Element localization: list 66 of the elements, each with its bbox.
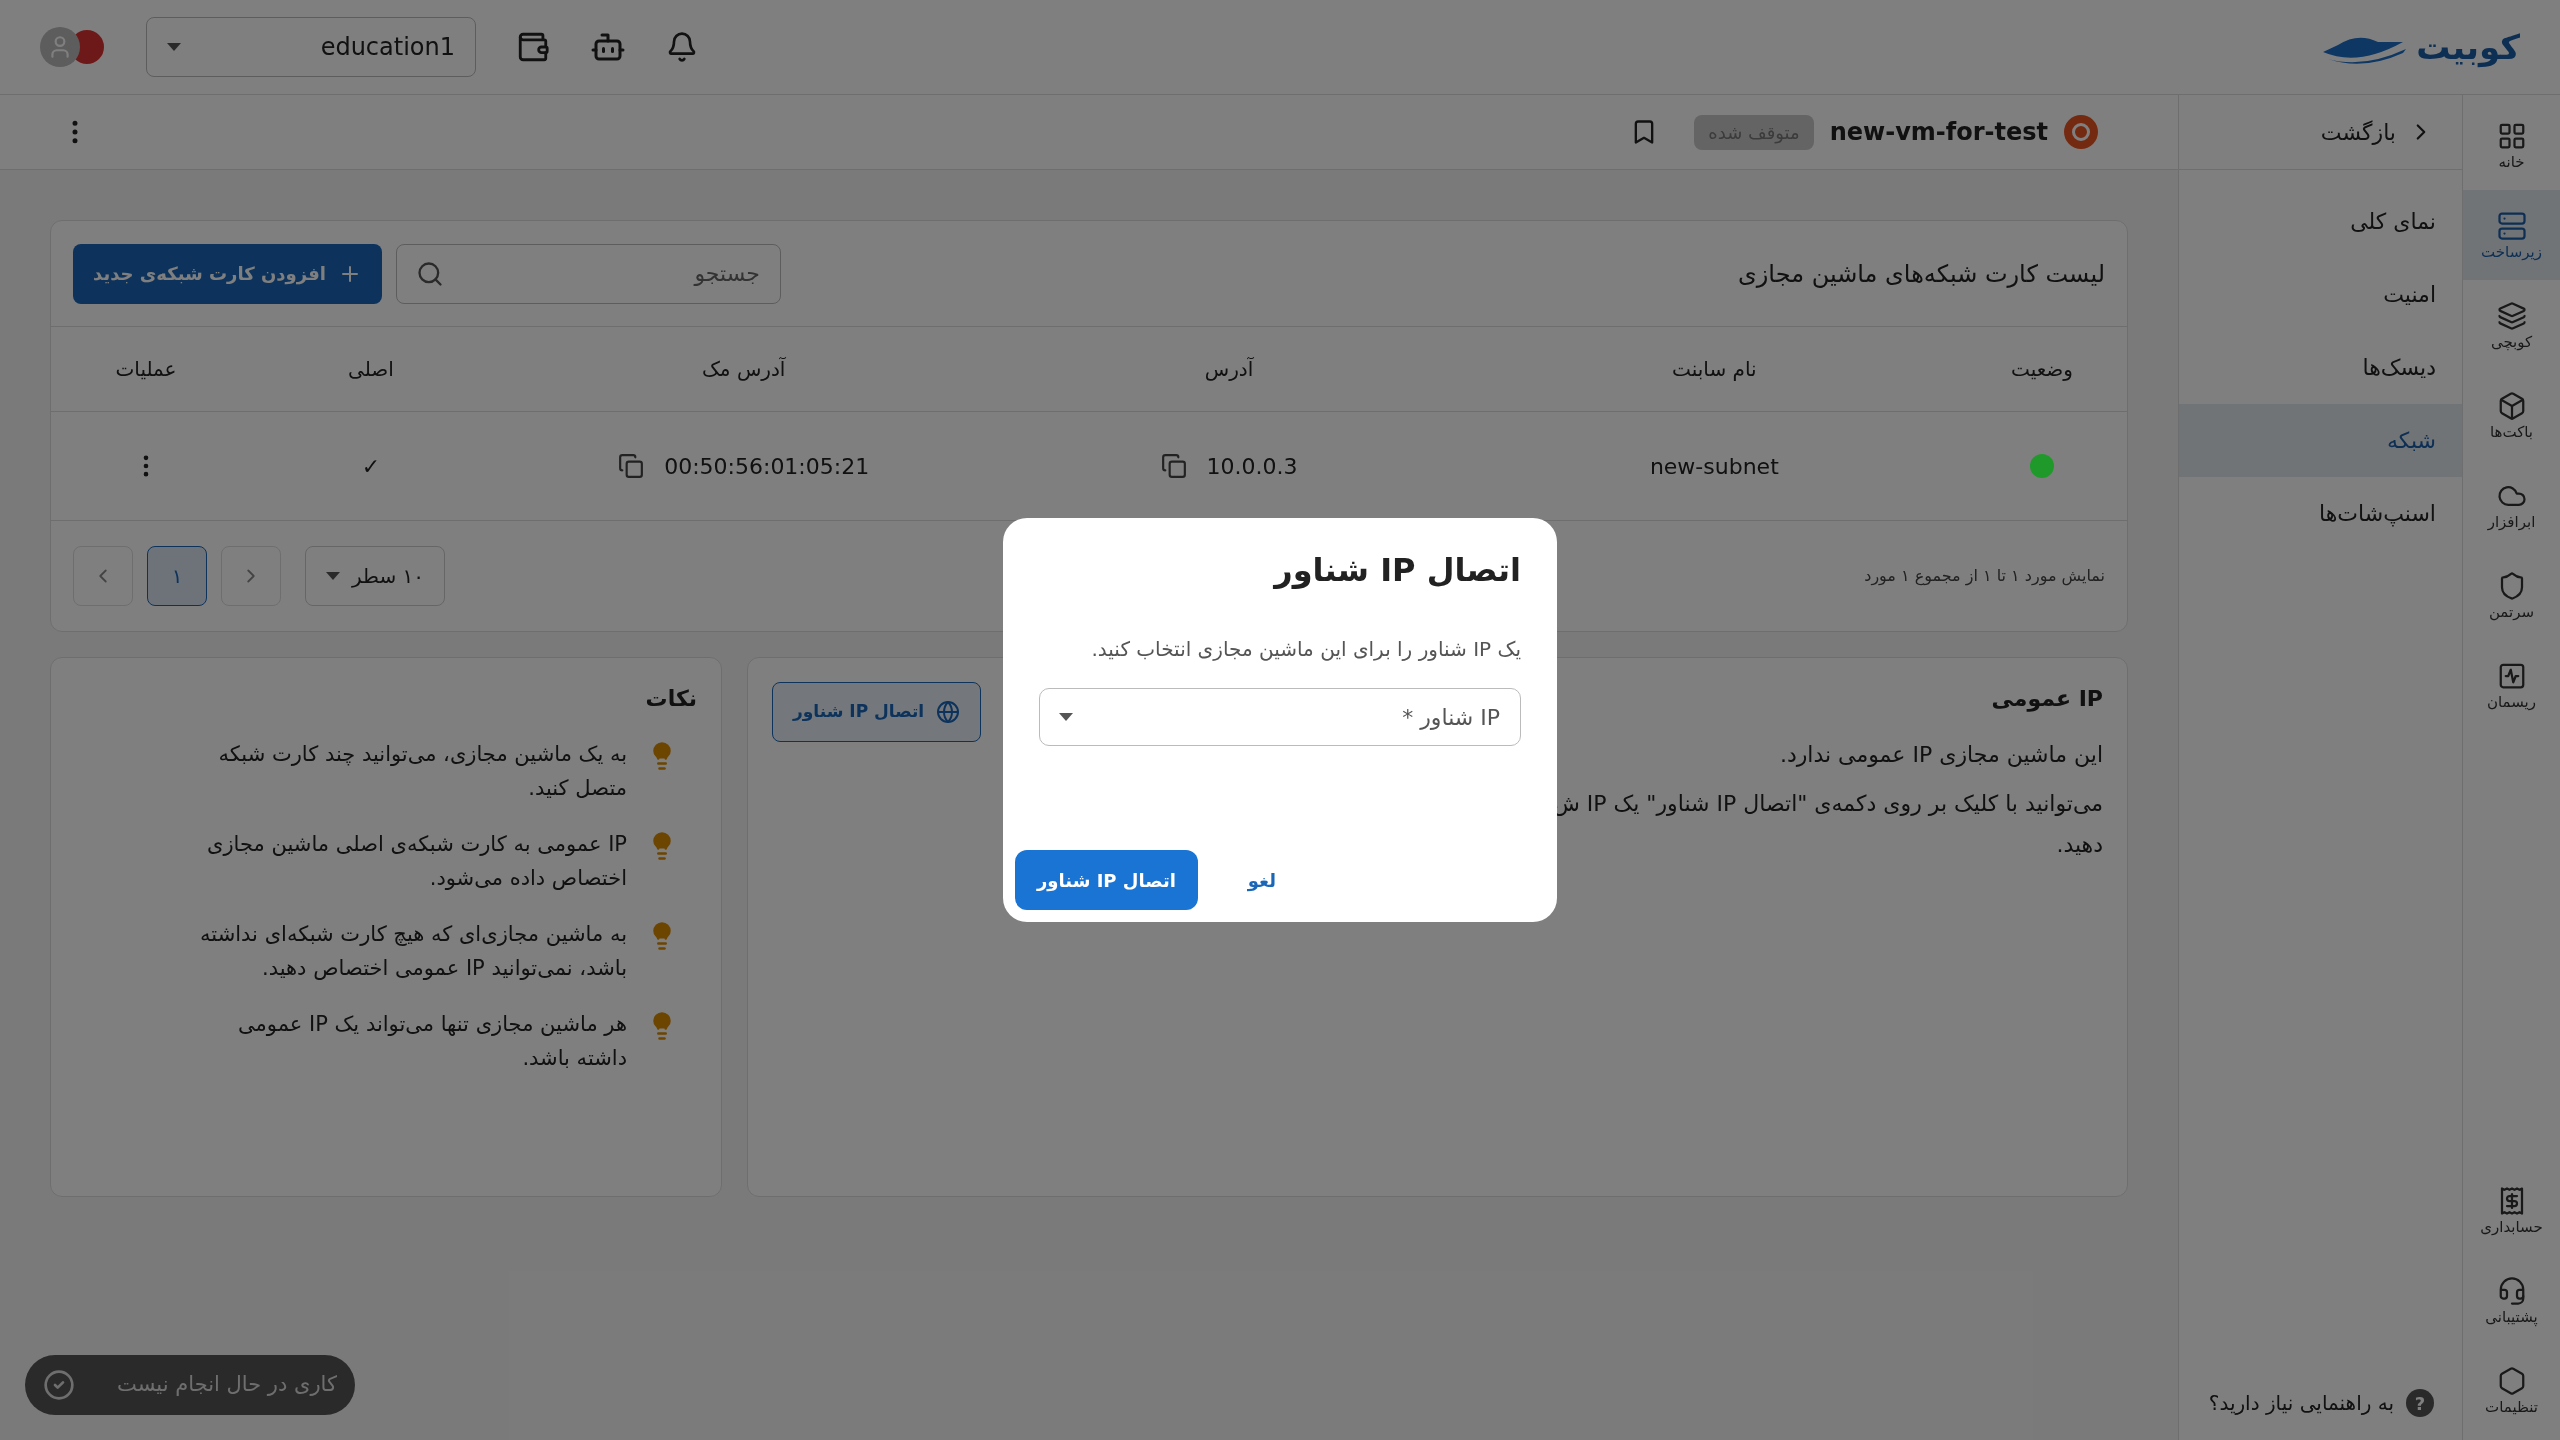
card-title: نکات — [644, 685, 697, 713]
sidebar-item[interactable]: شبکه — [2179, 404, 2462, 477]
globe-icon — [936, 700, 961, 724]
search-field[interactable]: جستجو — [395, 243, 781, 304]
note-text: هر ماشین مجازی تنها می‌تواند یک IP عمومی داشته باشد. — [237, 1011, 627, 1072]
rail-item[interactable]: خانه — [2463, 100, 2560, 190]
rail-item[interactable]: باکت‌ها — [2463, 370, 2560, 460]
check-icon — [43, 1369, 75, 1401]
column-header: وضعیت — [2011, 356, 2073, 383]
wallet-icon[interactable] — [516, 30, 550, 64]
rail-icon — [2496, 300, 2527, 331]
column-header: آدرس — [1204, 356, 1254, 383]
floating-ip-select[interactable]: IP شناور * — [1039, 688, 1521, 746]
card-title: IP عمومی — [1991, 685, 2103, 714]
pagination-summary: نمایش مورد ۱ تا ۱ از مجموع ۱ مورد — [1864, 565, 2105, 588]
sidebar-item[interactable]: اسنپ‌شات‌ها — [2179, 477, 2462, 550]
table-cell-text: ✓ — [361, 452, 381, 481]
project-selector[interactable]: education1 — [146, 17, 476, 77]
sidebar-item[interactable]: نمای کلی — [2179, 185, 2462, 258]
rail-item[interactable]: تنظیمات — [2463, 1345, 2560, 1435]
public-ip-hint: دهید. — [2056, 831, 2103, 859]
sidebar-item[interactable]: امنیت — [2179, 258, 2462, 331]
rail-item[interactable]: زیرساخت — [2463, 190, 2560, 280]
rail-item[interactable]: حسابداری — [2463, 1165, 2560, 1255]
table-cell-text: 00:50:56:01:05:21 — [664, 452, 870, 481]
add-nic-button[interactable]: افزودن کارت شبکه‌ی جدید — [73, 243, 382, 304]
attach-button[interactable]: اتصال IP شناور — [1015, 850, 1198, 910]
caret-icon — [167, 43, 181, 51]
rail-item[interactable]: پشتیبانی — [2463, 1255, 2560, 1345]
attach-floating-ip-button[interactable]: اتصال IP شناور — [772, 682, 982, 742]
rail-item[interactable]: کوبچی — [2463, 280, 2560, 370]
dialog-title: اتصال IP شناور — [1272, 550, 1521, 591]
copy-icon[interactable] — [618, 453, 645, 479]
note-text: به ماشین مجازی‌ای که هیچ کارت شبکه‌ای نداشته باشد، نمی‌توانید IP عمومی اختصاص دهید. — [199, 921, 627, 982]
rail-icon — [2496, 210, 2527, 241]
sidebar-item[interactable]: دیسک‌ها — [2179, 331, 2462, 404]
note-text: IP عمومی به کارت شبکه‌ی اصلی ماشین مجازی اختصاص داده می‌شود. — [206, 831, 627, 892]
table-title: لیست کارت شبکه‌های ماشین مجازی — [1736, 258, 2105, 290]
cancel-button[interactable]: لغو — [1237, 866, 1287, 894]
caret-icon — [1059, 713, 1073, 721]
rail-item[interactable]: ابرافزار — [2463, 460, 2560, 550]
logo-text: کوبیت — [2416, 25, 2520, 70]
rows-per-page-select[interactable]: ۱۰ سطر — [305, 546, 446, 606]
column-header: آدرس مک — [701, 356, 786, 383]
avatar-icon[interactable] — [40, 27, 106, 67]
page-button[interactable]: ۱ — [147, 546, 207, 606]
help-link[interactable]: به راهنمایی نیاز دارید؟ — [2208, 1388, 2394, 1418]
column-header: عملیات — [115, 356, 177, 383]
column-header: نام سابنت — [1672, 356, 1757, 383]
notification-icon[interactable] — [666, 31, 698, 63]
dialog-description: یک IP شناور را برای این ماشین مجازی انتخاب کنید. — [1090, 636, 1521, 663]
rail-item[interactable]: سرتمن — [2463, 550, 2560, 640]
note-text: به یک ماشین مجازی، می‌توانید چند کارت شبکه متصل کنید. — [217, 741, 627, 802]
search-icon — [415, 259, 444, 288]
copy-icon[interactable] — [1160, 453, 1187, 479]
os-logo-icon — [2064, 115, 2098, 149]
help-icon[interactable]: ? — [2406, 1389, 2434, 1417]
column-header: اصلی — [348, 356, 394, 383]
table-cell-text: new-subnet — [1649, 452, 1779, 481]
table-cell-text: 10.0.0.3 — [1206, 452, 1298, 481]
caret-icon — [326, 572, 340, 580]
vm-name: new-vm-for-test — [1829, 117, 2048, 148]
public-ip-message: این ماشین مجازی IP عمومی ندارد. — [1778, 741, 2103, 769]
rail-item[interactable]: ریسمان — [2463, 640, 2560, 730]
back-button[interactable]: بازگشت — [2179, 95, 2462, 170]
toast-text: کاری در حال انجام نیست — [117, 1371, 337, 1399]
